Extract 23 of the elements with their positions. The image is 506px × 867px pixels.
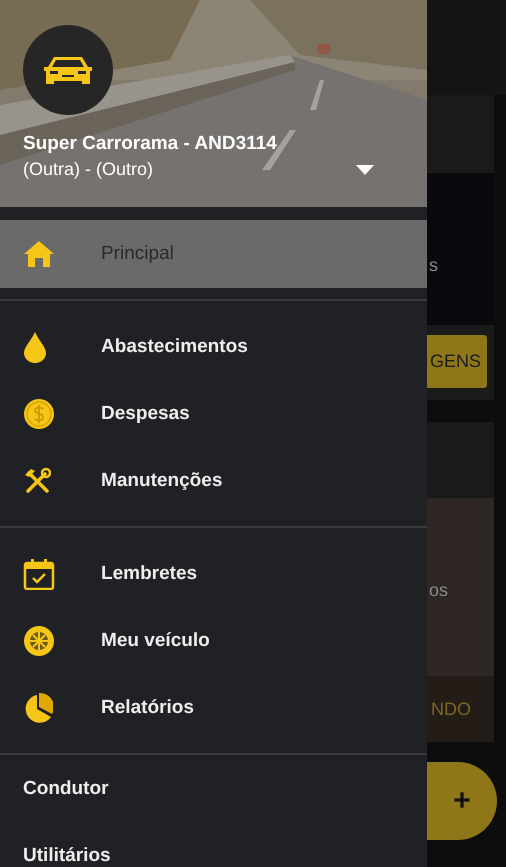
add-button[interactable]: + bbox=[427, 762, 497, 840]
car-icon bbox=[42, 54, 94, 86]
dropdown-caret-icon[interactable] bbox=[356, 164, 374, 174]
card-text: os bbox=[428, 580, 448, 601]
menu-item[interactable]: Meu veículo bbox=[0, 607, 427, 674]
calendar-icon bbox=[23, 558, 55, 590]
wheel-icon bbox=[23, 624, 55, 656]
menu-item[interactable]: Lembretes bbox=[0, 540, 427, 607]
tools-icon bbox=[23, 466, 51, 494]
card-button[interactable]: GENS bbox=[427, 335, 487, 388]
vehicle-subtitle: (Outra) - (Outro) bbox=[23, 159, 154, 180]
card-text: s bbox=[428, 255, 438, 276]
menu-item[interactable]: Manutenções bbox=[0, 447, 427, 514]
menu-link[interactable]: Utilitários bbox=[23, 844, 111, 866]
drop-icon bbox=[23, 330, 47, 362]
pie-chart-icon bbox=[23, 692, 53, 724]
menu-link[interactable]: Condutor bbox=[23, 778, 108, 800]
coin-icon bbox=[23, 398, 55, 430]
home-icon bbox=[23, 240, 55, 268]
vehicle-title: Super Carrorama - AND3114 bbox=[23, 133, 278, 155]
menu-item[interactable]: Despesas bbox=[0, 380, 427, 447]
menu-item[interactable]: Relatórios bbox=[0, 674, 427, 741]
menu-item[interactable]: Abastecimentos bbox=[0, 313, 427, 380]
